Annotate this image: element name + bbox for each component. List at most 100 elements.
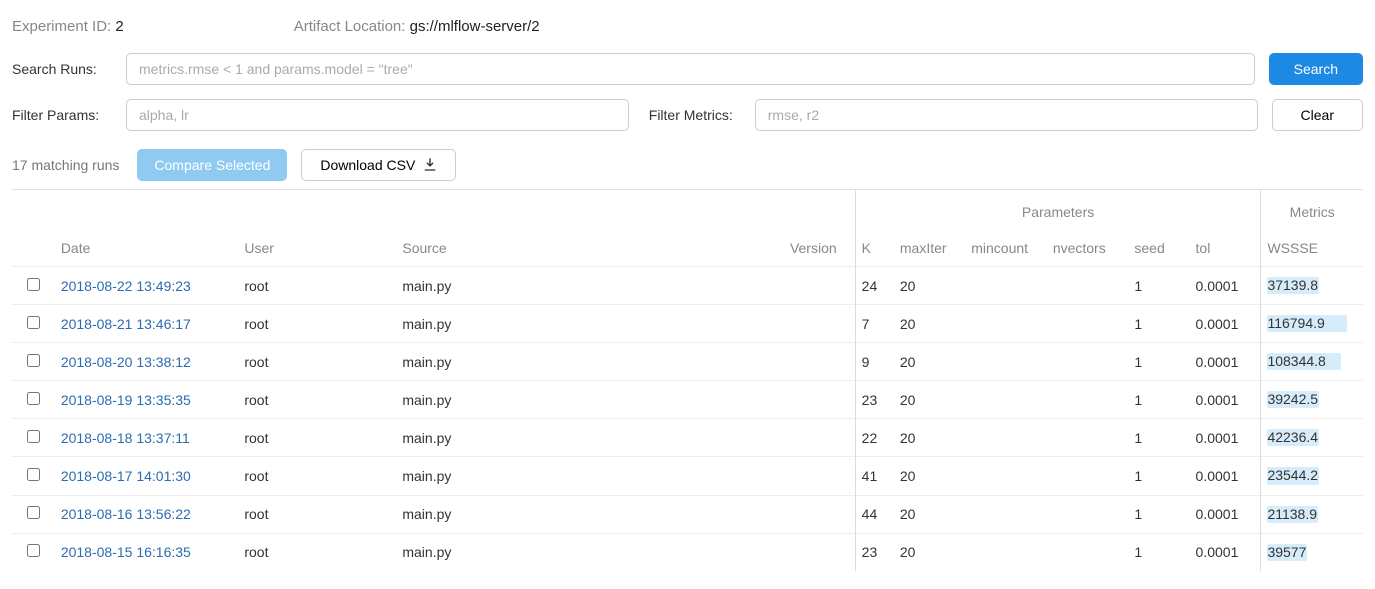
row-checkbox[interactable] <box>27 468 40 481</box>
cell-nvectors <box>1047 305 1129 343</box>
cell-mincount <box>965 381 1047 419</box>
col-k[interactable]: K <box>855 230 894 267</box>
cell-nvectors <box>1047 381 1129 419</box>
cell-mincount <box>965 343 1047 381</box>
runs-table: Parameters Metrics Date User Source Vers… <box>12 189 1363 571</box>
run-date-link[interactable]: 2018-08-20 13:38:12 <box>61 354 191 370</box>
cell-tol: 0.0001 <box>1190 381 1261 419</box>
cell-mincount <box>965 457 1047 495</box>
col-version[interactable]: Version <box>774 230 856 267</box>
row-checkbox[interactable] <box>27 544 40 557</box>
filter-metrics-label: Filter Metrics: <box>643 107 741 123</box>
run-date-link[interactable]: 2018-08-18 13:37:11 <box>61 430 190 446</box>
cell-seed: 1 <box>1128 533 1189 571</box>
run-date-link[interactable]: 2018-08-15 16:16:35 <box>61 544 191 560</box>
cell-tol: 0.0001 <box>1190 343 1261 381</box>
cell-wssse: 37139.8 <box>1267 277 1319 294</box>
col-seed[interactable]: seed <box>1128 230 1189 267</box>
cell-source: main.py <box>396 495 773 533</box>
row-checkbox[interactable] <box>27 316 40 329</box>
search-runs-label: Search Runs: <box>12 61 112 77</box>
table-row: 2018-08-18 13:37:11rootmain.py222010.000… <box>12 419 1363 457</box>
cell-tol: 0.0001 <box>1190 533 1261 571</box>
cell-mincount <box>965 419 1047 457</box>
cell-user: root <box>238 457 396 495</box>
run-date-link[interactable]: 2018-08-19 13:35:35 <box>61 392 191 408</box>
cell-user: root <box>238 381 396 419</box>
cell-wssse: 116794.9 <box>1267 315 1347 332</box>
row-checkbox[interactable] <box>27 430 40 443</box>
filter-params-label: Filter Params: <box>12 107 112 123</box>
result-count: 17 matching runs <box>12 157 119 173</box>
cell-nvectors <box>1047 267 1129 305</box>
cell-k: 7 <box>855 305 894 343</box>
cell-tol: 0.0001 <box>1190 457 1261 495</box>
col-source[interactable]: Source <box>396 230 773 267</box>
col-wssse[interactable]: WSSSE <box>1261 230 1363 267</box>
cell-k: 44 <box>855 495 894 533</box>
cell-mincount <box>965 533 1047 571</box>
compare-selected-button[interactable]: Compare Selected <box>137 149 287 181</box>
download-csv-button[interactable]: Download CSV <box>301 149 456 181</box>
cell-k: 24 <box>855 267 894 305</box>
table-row: 2018-08-19 13:35:35rootmain.py232010.000… <box>12 381 1363 419</box>
cell-k: 9 <box>855 343 894 381</box>
cell-tol: 0.0001 <box>1190 267 1261 305</box>
experiment-id-label: Experiment ID: <box>12 18 111 35</box>
table-row: 2018-08-20 13:38:12rootmain.py92010.0001… <box>12 343 1363 381</box>
cell-maxiter: 20 <box>894 267 965 305</box>
filter-params-input[interactable] <box>126 99 629 131</box>
cell-k: 23 <box>855 533 894 571</box>
cell-seed: 1 <box>1128 267 1189 305</box>
col-nvectors[interactable]: nvectors <box>1047 230 1129 267</box>
search-button[interactable]: Search <box>1269 53 1363 85</box>
table-row: 2018-08-17 14:01:30rootmain.py412010.000… <box>12 457 1363 495</box>
row-checkbox[interactable] <box>27 278 40 291</box>
cell-nvectors <box>1047 343 1129 381</box>
cell-seed: 1 <box>1128 495 1189 533</box>
table-row: 2018-08-15 16:16:35rootmain.py232010.000… <box>12 533 1363 571</box>
cell-user: root <box>238 495 396 533</box>
cell-user: root <box>238 419 396 457</box>
cell-wssse: 39242.5 <box>1267 391 1319 408</box>
cell-version <box>774 533 856 571</box>
cell-maxiter: 20 <box>894 343 965 381</box>
row-checkbox[interactable] <box>27 506 40 519</box>
row-checkbox[interactable] <box>27 392 40 405</box>
artifact-location-label: Artifact Location: <box>294 18 406 35</box>
filter-metrics-input[interactable] <box>755 99 1258 131</box>
download-icon <box>423 158 437 172</box>
cell-k: 41 <box>855 457 894 495</box>
metrics-group-header: Metrics <box>1261 190 1363 231</box>
cell-tol: 0.0001 <box>1190 305 1261 343</box>
run-date-link[interactable]: 2018-08-17 14:01:30 <box>61 468 191 484</box>
cell-maxiter: 20 <box>894 495 965 533</box>
cell-wssse: 108344.8 <box>1267 353 1341 370</box>
cell-source: main.py <box>396 267 773 305</box>
col-user[interactable]: User <box>238 230 396 267</box>
col-tol[interactable]: tol <box>1190 230 1261 267</box>
cell-version <box>774 381 856 419</box>
cell-tol: 0.0001 <box>1190 495 1261 533</box>
experiment-meta: Experiment ID: 2 Artifact Location: gs:/… <box>12 12 1363 53</box>
cell-version <box>774 305 856 343</box>
cell-user: root <box>238 267 396 305</box>
cell-nvectors <box>1047 419 1129 457</box>
cell-maxiter: 20 <box>894 457 965 495</box>
cell-seed: 1 <box>1128 381 1189 419</box>
artifact-location-value: gs://mlflow-server/2 <box>410 18 540 35</box>
download-csv-label: Download CSV <box>320 157 415 173</box>
clear-button[interactable]: Clear <box>1272 99 1363 131</box>
params-group-header: Parameters <box>855 190 1261 231</box>
run-date-link[interactable]: 2018-08-16 13:56:22 <box>61 506 191 522</box>
run-date-link[interactable]: 2018-08-22 13:49:23 <box>61 278 191 294</box>
run-date-link[interactable]: 2018-08-21 13:46:17 <box>61 316 191 332</box>
cell-maxiter: 20 <box>894 533 965 571</box>
search-runs-input[interactable] <box>126 53 1255 85</box>
row-checkbox[interactable] <box>27 354 40 367</box>
table-row: 2018-08-21 13:46:17rootmain.py72010.0001… <box>12 305 1363 343</box>
col-date[interactable]: Date <box>55 230 239 267</box>
col-maxiter[interactable]: maxIter <box>894 230 965 267</box>
col-mincount[interactable]: mincount <box>965 230 1047 267</box>
cell-user: root <box>238 305 396 343</box>
